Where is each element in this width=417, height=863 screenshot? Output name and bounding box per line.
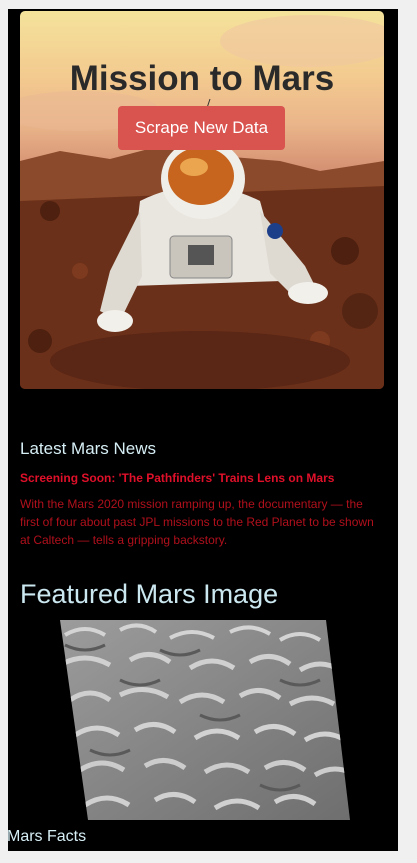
- featured-mars-image: [60, 620, 350, 820]
- news-title-link[interactable]: Screening Soon: 'The Pathfinders' Trains…: [20, 471, 334, 485]
- featured-image-heading: Featured Mars Image: [20, 579, 279, 609]
- news-paragraph: With the Mars 2020 mission ramping up, t…: [20, 497, 374, 547]
- mars-facts-heading: Mars Facts: [8, 828, 87, 845]
- page-container: Mission to Mars Scrape New Data Latest M…: [8, 9, 398, 851]
- page-title: Mission to Mars: [69, 59, 335, 98]
- scrape-new-data-button[interactable]: Scrape New Data: [118, 106, 285, 150]
- latest-news-heading: Latest Mars News: [20, 439, 157, 458]
- jumbotron: Mission to Mars Scrape New Data: [20, 11, 384, 389]
